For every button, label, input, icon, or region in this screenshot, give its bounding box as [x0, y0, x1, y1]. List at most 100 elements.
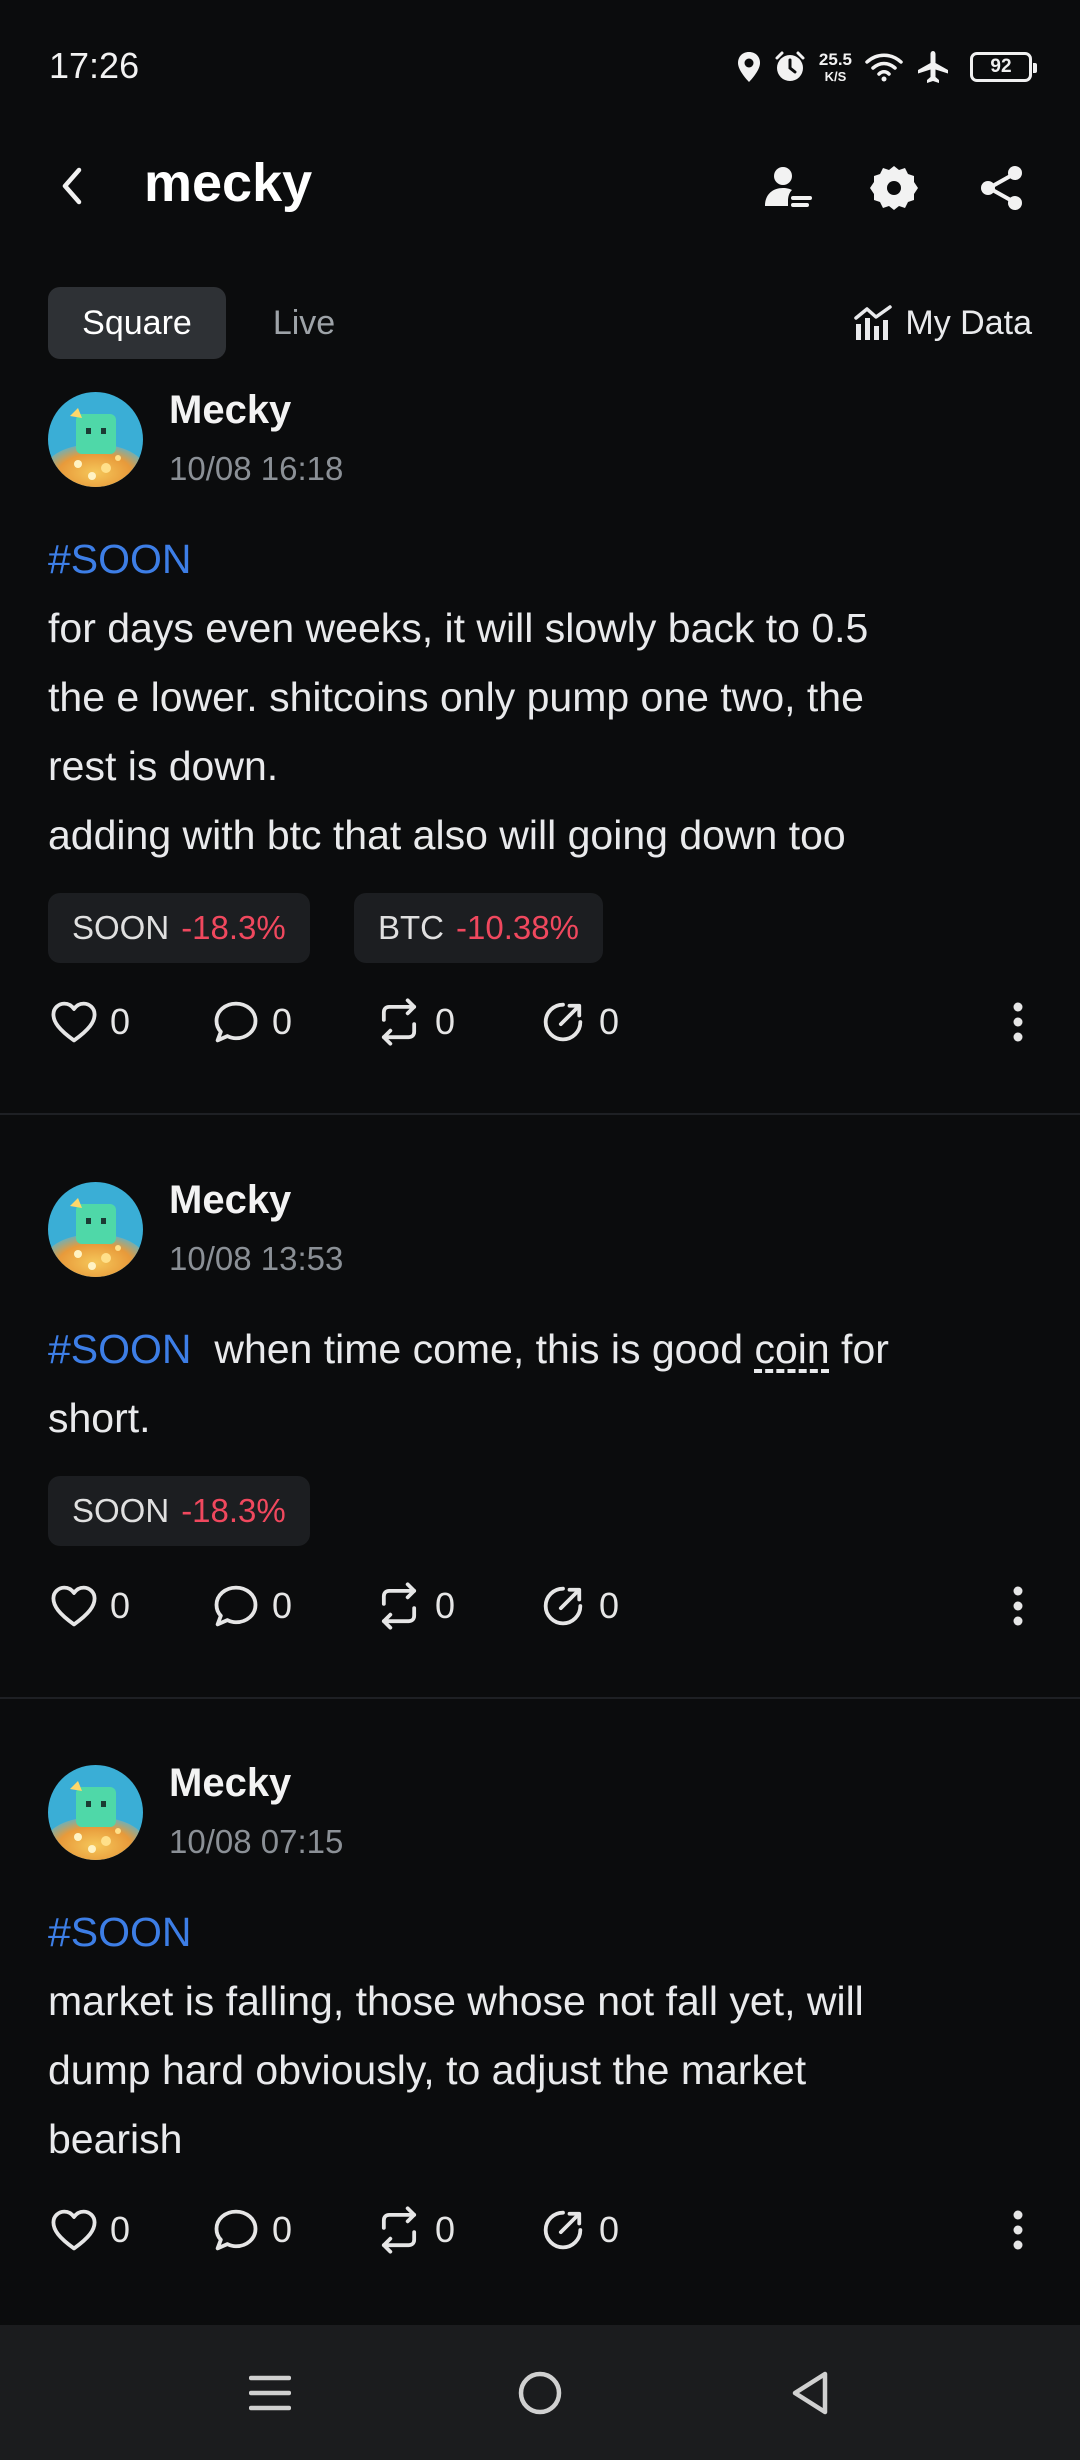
like-button[interactable]: 0	[48, 2200, 130, 2260]
chip-symbol: SOON	[72, 909, 170, 946]
repost-icon	[373, 2204, 425, 2256]
chip-change: -10.38%	[456, 909, 579, 946]
status-bar: 17:26 25.5 K/S 92	[0, 0, 1080, 130]
settings-button[interactable]	[864, 158, 924, 218]
divider	[0, 1697, 1080, 1699]
my-data-button[interactable]: My Data	[853, 287, 1032, 359]
back-nav-button[interactable]	[770, 2353, 850, 2433]
chip-change: -18.3%	[181, 909, 286, 946]
comment-icon	[210, 1580, 262, 1632]
post-line: short.	[48, 1395, 151, 1441]
repost-button[interactable]: 0	[373, 2200, 455, 2260]
post-actions: 0 0 0 0	[48, 1576, 1038, 1636]
post-author[interactable]: Mecky	[169, 388, 291, 433]
share-button[interactable]: 0	[537, 992, 619, 1052]
post-author[interactable]: Mecky	[169, 1761, 291, 1806]
post-content[interactable]: #SOON market is falling, those whose not…	[48, 1898, 1038, 2174]
post-line: adding with btc that also will going dow…	[48, 812, 846, 858]
like-button[interactable]: 0	[48, 1576, 130, 1636]
like-button[interactable]: 0	[48, 992, 130, 1052]
share-count: 0	[599, 2209, 620, 2250]
repost-icon	[373, 1580, 425, 1632]
post-line: market is falling, those whose not fall …	[48, 1978, 864, 2024]
post-author[interactable]: Mecky	[169, 1178, 291, 1223]
divider	[0, 1113, 1080, 1115]
comment-button[interactable]: 0	[210, 2200, 292, 2260]
like-count: 0	[110, 1001, 131, 1042]
chip-symbol: SOON	[72, 1492, 170, 1529]
post-line: for days even weeks, it will slowly back…	[48, 605, 869, 651]
more-vertical-icon	[1012, 1582, 1024, 1630]
hashtag-link[interactable]: #SOON	[48, 1898, 1038, 1967]
post-actions: 0 0 0 0	[48, 2200, 1038, 2260]
share-button[interactable]: 0	[537, 2200, 619, 2260]
share-profile-button[interactable]	[972, 158, 1032, 218]
more-options-button[interactable]	[998, 1576, 1038, 1636]
tab-live[interactable]: Live	[254, 287, 354, 359]
more-options-button[interactable]	[998, 2200, 1038, 2260]
share-icon	[537, 996, 589, 1048]
coin-link[interactable]: coin	[754, 1326, 829, 1372]
status-time: 17:26	[49, 45, 140, 86]
share-nodes-icon	[981, 166, 1022, 210]
repost-button[interactable]: 0	[373, 1576, 455, 1636]
post[interactable]: Mecky 10/08 16:18 #SOON for days even we…	[0, 380, 1080, 1115]
share-icon	[537, 1580, 589, 1632]
post-content[interactable]: #SOON for days even weeks, it will slowl…	[48, 525, 1038, 870]
comment-button[interactable]: 0	[210, 992, 292, 1052]
hashtag-link[interactable]: #SOON	[48, 1326, 192, 1372]
coin-chip[interactable]: BTC -10.38%	[354, 893, 603, 963]
tab-bar: Square Live My Data	[0, 283, 1080, 363]
comment-count: 0	[272, 1585, 293, 1626]
post-line: bearish	[48, 2116, 183, 2162]
chart-stats-icon	[854, 305, 893, 340]
chevron-left-icon	[62, 167, 82, 205]
comment-button[interactable]: 0	[210, 1576, 292, 1636]
profile-button[interactable]	[757, 158, 817, 218]
triangle-back-icon	[792, 2371, 828, 2415]
header: mecky	[0, 130, 1080, 245]
airplane-icon	[918, 51, 948, 83]
more-options-button[interactable]	[998, 992, 1038, 1052]
comment-count: 0	[272, 1001, 293, 1042]
system-nav-bar	[0, 2325, 1080, 2460]
tab-square[interactable]: Square	[48, 287, 226, 359]
repost-count: 0	[435, 1001, 456, 1042]
repost-count: 0	[435, 2209, 456, 2250]
my-data-label: My Data	[905, 303, 1032, 342]
alarm-icon	[775, 51, 805, 81]
heart-icon	[48, 996, 100, 1048]
coin-chip[interactable]: SOON -18.3%	[48, 893, 310, 963]
comment-icon	[210, 996, 262, 1048]
battery-icon: 92	[970, 52, 1037, 82]
post-time: 10/08 07:15	[169, 1823, 344, 1860]
status-icons: 25.5 K/S 92	[735, 44, 1037, 90]
post-actions: 0 0 0 0	[48, 992, 1038, 1052]
post[interactable]: Mecky 10/08 07:15 #SOON market is fallin…	[0, 1753, 1080, 2313]
post-time: 10/08 16:18	[169, 450, 344, 487]
coin-chip[interactable]: SOON -18.3%	[48, 1476, 310, 1546]
wifi-icon	[865, 53, 903, 82]
recents-button[interactable]	[230, 2353, 310, 2433]
like-count: 0	[110, 2209, 131, 2250]
user-profile-icon	[765, 167, 812, 207]
chip-change: -18.3%	[181, 1492, 286, 1529]
post-line: dump hard obviously, to adjust the marke…	[48, 2047, 807, 2093]
hashtag-link[interactable]: #SOON	[48, 525, 1038, 594]
share-button[interactable]: 0	[537, 1576, 619, 1636]
chip-symbol: BTC	[378, 909, 444, 946]
post-line: the e lower. shitcoins only pump one two…	[48, 674, 864, 720]
heart-icon	[48, 1580, 100, 1632]
more-vertical-icon	[1012, 998, 1024, 1046]
back-button[interactable]	[44, 158, 100, 214]
post[interactable]: Mecky 10/08 13:53 #SOON when time come, …	[0, 1170, 1080, 1700]
avatar[interactable]	[48, 1765, 143, 1860]
repost-button[interactable]: 0	[373, 992, 455, 1052]
avatar[interactable]	[48, 392, 143, 487]
menu-icon	[249, 2375, 291, 2411]
share-count: 0	[599, 1001, 620, 1042]
avatar[interactable]	[48, 1182, 143, 1277]
heart-icon	[48, 2204, 100, 2256]
home-button[interactable]	[500, 2353, 580, 2433]
post-content[interactable]: #SOON when time come, this is good coin …	[48, 1315, 1038, 1453]
